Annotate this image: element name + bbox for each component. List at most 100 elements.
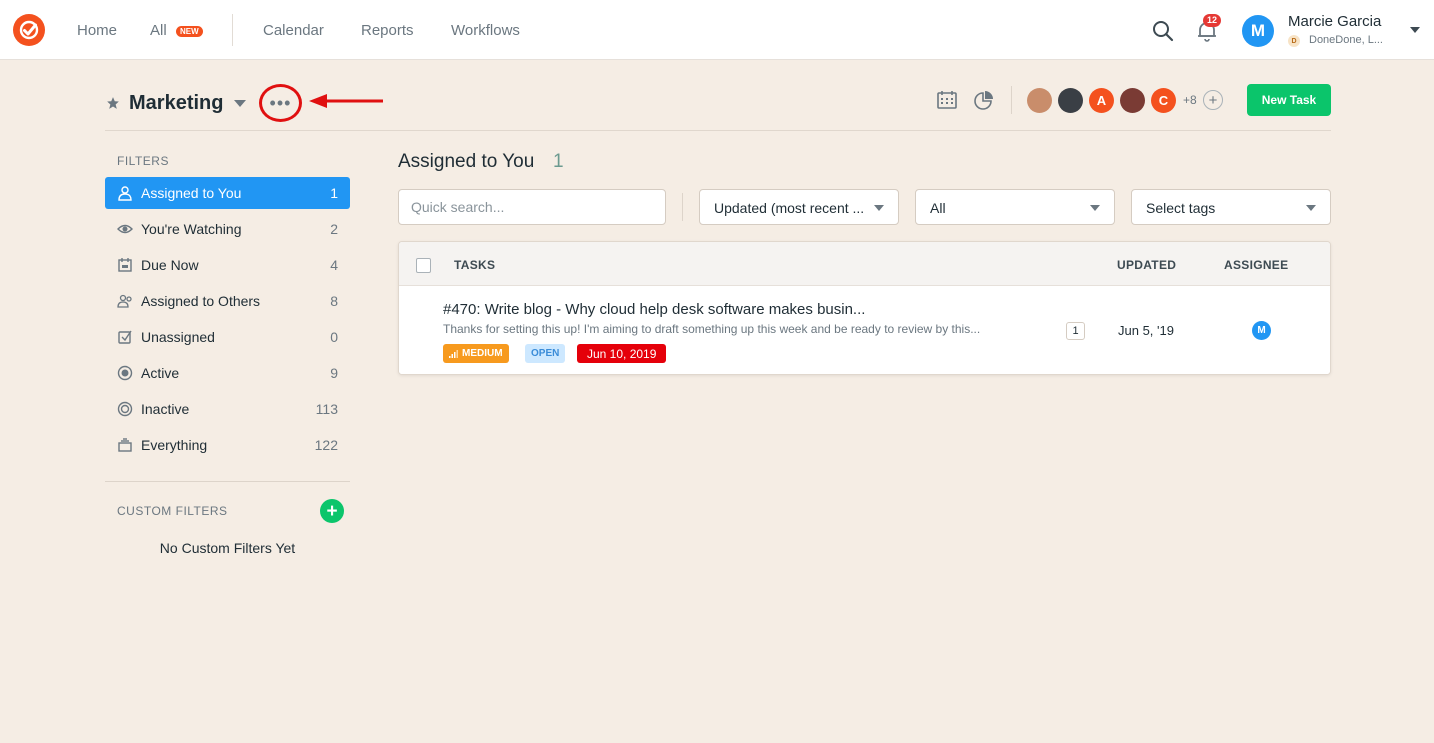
task-updated-date: Jun 5, '19 [1118, 323, 1174, 338]
sidebar-item-label: Inactive [141, 401, 190, 417]
stack-icon [118, 438, 132, 452]
sidebar-item-count: 9 [330, 365, 338, 381]
star-icon[interactable] [106, 96, 120, 110]
sidebar-item-label: Assigned to Others [141, 293, 261, 309]
custom-filters-section-label: CUSTOM FILTERS [117, 504, 228, 518]
status-badge: OPEN [525, 344, 566, 363]
user-name[interactable]: Marcie Garcia [1288, 13, 1381, 30]
table-header: TASKS UPDATED ASSIGNEE [399, 242, 1330, 286]
sidebar-item-label: Unassigned [141, 329, 215, 345]
member-avatar[interactable]: A [1089, 88, 1114, 113]
sidebar-item-label: Active [141, 365, 180, 381]
column-header-updated[interactable]: UPDATED [1117, 258, 1176, 272]
header-divider [1011, 86, 1012, 114]
member-avatar[interactable] [1027, 88, 1052, 113]
quick-search-input[interactable] [399, 190, 665, 224]
sidebar-item-count: 122 [314, 437, 338, 453]
calendar-view-icon[interactable] [937, 90, 957, 110]
sidebar-item-count: 1 [330, 185, 338, 201]
sidebar-item-label: Due Now [141, 257, 199, 273]
reports-pie-chart-icon[interactable] [974, 90, 994, 110]
sidebar-item-unassigned[interactable]: Unassigned 0 [105, 321, 350, 353]
nav-workflows-link[interactable]: Workflows [451, 22, 520, 39]
sidebar-item-assigned-to-you[interactable]: Assigned to You 1 [105, 177, 350, 209]
sidebar-item-label: Everything [141, 437, 208, 453]
nav-reports-link[interactable]: Reports [361, 22, 414, 39]
user-avatar[interactable]: M [1242, 15, 1274, 47]
no-custom-filters-text: No Custom Filters Yet [159, 540, 296, 556]
task-title[interactable]: #470: Write blog - Why cloud help desk s… [443, 301, 865, 318]
org-name: DoneDone, L... [1309, 34, 1383, 46]
toolbar-divider [682, 193, 683, 221]
nav-home-link[interactable]: Home [77, 22, 117, 39]
sidebar-item-due-now[interactable]: Due Now 4 [105, 249, 350, 281]
annotation-arrow-icon [309, 94, 383, 108]
chevron-down-icon [874, 205, 884, 211]
sidebar-item-you-re-watching[interactable]: You're Watching 2 [105, 213, 350, 245]
sidebar-item-label: Assigned to You [141, 185, 242, 201]
select-all-checkbox[interactable] [416, 258, 431, 273]
header-bottom-divider [105, 130, 1331, 131]
project-switcher-chevron-down-icon[interactable] [234, 100, 246, 107]
due-date-badge: Jun 10, 2019 [577, 344, 667, 363]
sidebar-item-everything[interactable]: Everything 122 [105, 429, 350, 461]
list-title: Assigned to You [398, 151, 535, 172]
eye-icon [117, 224, 133, 234]
active-icon [117, 365, 133, 381]
sidebar-item-label: You're Watching [141, 221, 242, 237]
sort-select[interactable]: Updated (most recent ... [699, 189, 899, 225]
member-avatar[interactable] [1058, 88, 1083, 113]
sidebar-item-count: 2 [330, 221, 338, 237]
add-custom-filter-button[interactable]: + [320, 499, 344, 523]
tags-select-value: Select tags [1146, 200, 1216, 216]
search-icon[interactable] [1152, 20, 1174, 42]
new-task-button[interactable]: New Task [1247, 84, 1331, 116]
quick-search-field[interactable] [398, 189, 666, 225]
unassigned-icon [118, 330, 132, 344]
priority-badge: MEDIUM [443, 344, 509, 363]
filters-section-label: FILTERS [117, 154, 169, 168]
sidebar-item-assigned-to-others[interactable]: Assigned to Others 8 [105, 285, 350, 317]
app-logo[interactable] [13, 14, 45, 46]
column-header-tasks[interactable]: TASKS [454, 258, 495, 272]
tags-select[interactable]: Select tags [1131, 189, 1331, 225]
sidebar-item-count: 4 [330, 257, 338, 273]
top-nav: Home All NEW Calendar Reports Workflows … [0, 0, 1434, 60]
project-more-options-button[interactable]: ••• [259, 84, 302, 122]
sidebar-divider [105, 481, 350, 482]
member-avatar[interactable]: C [1151, 88, 1176, 113]
comment-count-badge: 1 [1066, 322, 1085, 340]
column-header-assignee[interactable]: ASSIGNEE [1224, 258, 1288, 272]
sidebar-item-count: 8 [330, 293, 338, 309]
sidebar-item-active[interactable]: Active 9 [105, 357, 350, 389]
chevron-down-icon [1306, 205, 1316, 211]
sidebar-item-inactive[interactable]: Inactive 113 [105, 393, 350, 425]
org-avatar: D [1288, 35, 1300, 47]
table-row[interactable]: #470: Write blog - Why cloud help desk s… [399, 287, 1330, 374]
user-menu-chevron-down-icon[interactable] [1410, 27, 1420, 33]
more-options-icon: ••• [269, 92, 292, 113]
inactive-icon [117, 401, 133, 417]
add-member-button[interactable]: + [1203, 90, 1223, 110]
check-logo-icon [19, 20, 39, 40]
status-select[interactable]: All [915, 189, 1115, 225]
notification-count-badge: 12 [1203, 14, 1222, 27]
nav-calendar-link[interactable]: Calendar [263, 22, 324, 39]
project-title[interactable]: Marketing [129, 92, 223, 115]
sidebar-item-count: 113 [315, 401, 338, 417]
task-snippet: Thanks for setting this up! I'm aiming t… [443, 322, 981, 336]
nav-divider [232, 14, 233, 46]
new-badge: NEW [176, 26, 203, 37]
nav-all-link[interactable]: All [150, 22, 167, 39]
priority-bars-icon [449, 349, 458, 358]
user-icon [118, 186, 132, 201]
sort-select-value: Updated (most recent ... [714, 200, 865, 216]
priority-label: MEDIUM [462, 348, 503, 359]
list-count: 1 [553, 151, 564, 172]
task-table: TASKS UPDATED ASSIGNEE #470: Write blog … [398, 241, 1331, 375]
calendar-due-icon [118, 258, 132, 272]
assignee-avatar[interactable]: M [1252, 321, 1271, 340]
chevron-down-icon [1090, 205, 1100, 211]
more-members-count[interactable]: +8 [1183, 93, 1197, 107]
member-avatar[interactable] [1120, 88, 1145, 113]
